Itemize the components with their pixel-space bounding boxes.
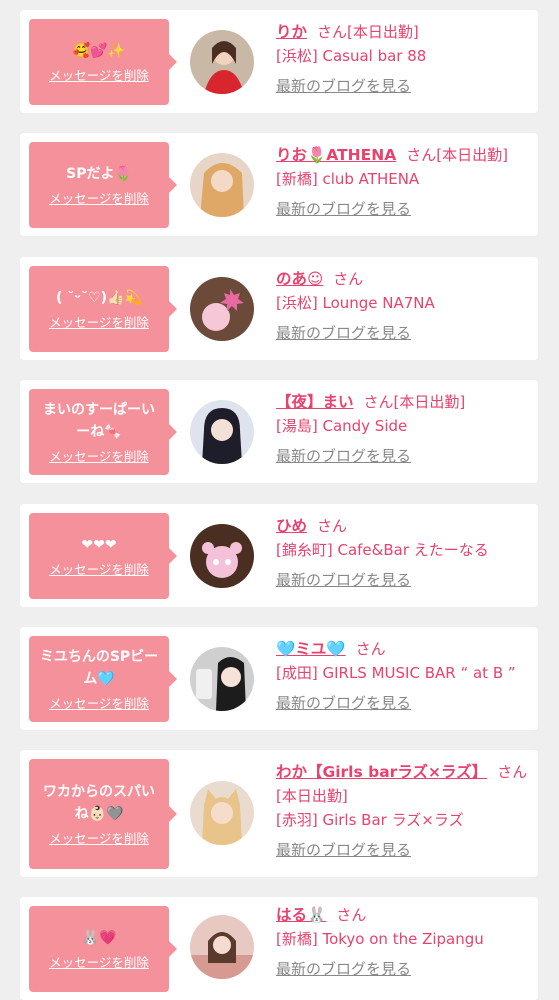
shop-label: [成田] GIRLS MUSIC BAR “ at B ” [276, 664, 516, 682]
latest-blog-link[interactable]: 最新のブログを見る [276, 74, 532, 98]
delete-message-link[interactable]: メッセージを削除 [49, 831, 149, 847]
status-badge: [本日出勤] [436, 146, 508, 164]
message-card: ワカからのスパいね👶🏻🩶 メッセージを削除 わか【Girls barラズ×ラズ】… [20, 750, 538, 877]
shop-label: [新橋] Tokyo on the Zipangu [276, 930, 484, 948]
message-text: ワカからのスパいね👶🏻🩶 [43, 784, 155, 822]
message-bubble: まいのすーぱーいーね🍬 メッセージを削除 [29, 389, 177, 475]
latest-blog-link[interactable]: 最新のブログを見る [276, 957, 532, 981]
message-list: 🥰💕✨ メッセージを削除 りか さん[本日出勤] [浜松] Casual bar … [0, 0, 559, 1000]
shop-label: [浜松] Casual bar 88 [276, 47, 427, 65]
delete-message-link[interactable]: メッセージを削除 [49, 191, 149, 207]
shop-label: [赤羽] Girls Bar ラズ×ラズ [276, 811, 464, 829]
cast-info: 【夜】まい さん[本日出勤] [湯島] Candy Side 最新のブログを見る [276, 390, 532, 468]
delete-message-link[interactable]: メッセージを削除 [49, 449, 149, 465]
delete-message-link[interactable]: メッセージを削除 [49, 562, 149, 578]
message-card: ( ˘ᵕ˘♡)👍🏻💫 メッセージを削除 のあ☺︎ さん [浜松] Lounge N… [20, 257, 538, 360]
honorific: さん [355, 640, 386, 658]
message-bubble: ( ˘ᵕ˘♡)👍🏻💫 メッセージを削除 [29, 266, 177, 352]
shop-label: [湯島] Candy Side [276, 417, 408, 435]
shop-label: [浜松] Lounge NA7NA [276, 294, 435, 312]
cast-info: のあ☺︎ さん [浜松] Lounge NA7NA 最新のブログを見る [276, 267, 532, 345]
cast-name-link[interactable]: 【夜】まい [276, 393, 354, 411]
message-card: ミユちんのSPビーム🩵 メッセージを削除 🩵ミユ🩵 さん [成田] GIRLS M… [20, 627, 538, 730]
message-text: 🥰💕✨ [72, 43, 126, 59]
honorific: さん [406, 146, 437, 164]
cast-info: りか さん[本日出勤] [浜松] Casual bar 88 最新のブログを見る [276, 20, 532, 98]
status-badge: [本日出勤] [393, 393, 466, 411]
message-text: ❤︎❤︎❤︎ [81, 537, 117, 553]
message-text: まいのすーぱーいーね🍬 [43, 402, 155, 440]
cast-info: わか【Girls barラズ×ラズ】 さん [本日出勤] [赤羽] Girls Ba… [276, 760, 532, 862]
message-bubble: SPだよ🌷 メッセージを削除 [29, 142, 177, 228]
honorific: さん [363, 393, 394, 411]
shop-label: [錦糸町] Cafe&Bar えたーなる [276, 541, 489, 559]
cast-name-link[interactable]: ひめ [276, 517, 307, 535]
delete-message-link[interactable]: メッセージを削除 [49, 696, 149, 712]
honorific: さん [497, 763, 528, 781]
delete-message-link[interactable]: メッセージを削除 [49, 68, 149, 84]
message-card: 🥰💕✨ メッセージを削除 りか さん[本日出勤] [浜松] Casual bar … [20, 10, 538, 113]
message-bubble: 🥰💕✨ メッセージを削除 [29, 19, 177, 105]
cast-name-link[interactable]: りお🌷ATHENA [276, 146, 396, 164]
avatar[interactable] [190, 781, 254, 845]
message-bubble: ワカからのスパいね👶🏻🩶 メッセージを削除 [29, 759, 177, 869]
message-card: 🐰💗 メッセージを削除 はる🐰 さん [新橋] Tokyo on the Zipa… [20, 897, 538, 1000]
latest-blog-link[interactable]: 最新のブログを見る [276, 691, 532, 715]
latest-blog-link[interactable]: 最新のブログを見る [276, 568, 532, 592]
cast-info: 🩵ミユ🩵 さん [成田] GIRLS MUSIC BAR “ at B ” 最新の… [276, 637, 532, 715]
avatar[interactable] [190, 277, 254, 341]
honorific: さん [317, 517, 348, 535]
message-text: SPだよ🌷 [66, 166, 132, 182]
latest-blog-link[interactable]: 最新のブログを見る [276, 838, 532, 862]
message-bubble: 🐰💗 メッセージを削除 [29, 906, 177, 992]
message-text: ミユちんのSPビーム🩵 [39, 649, 159, 687]
latest-blog-link[interactable]: 最新のブログを見る [276, 321, 532, 345]
avatar[interactable] [190, 524, 254, 588]
message-text: ( ˘ᵕ˘♡)👍🏻💫 [56, 290, 142, 306]
cast-name-link[interactable]: のあ☺︎ [276, 270, 323, 288]
honorific: さん [333, 270, 364, 288]
status-badge: [本日出勤] [347, 23, 419, 41]
message-card: まいのすーぱーいーね🍬 メッセージを削除 【夜】まい さん[本日出勤] [湯島] … [20, 380, 538, 483]
delete-message-link[interactable]: メッセージを削除 [49, 955, 149, 971]
message-card: ❤︎❤︎❤︎ メッセージを削除 ひめ さん [錦糸町] Cafe&Bar えたーな… [20, 504, 538, 607]
honorific: さん [317, 23, 348, 41]
cast-name-link[interactable]: りか [276, 23, 307, 41]
status-badge: [本日出勤] [276, 787, 348, 805]
avatar[interactable] [190, 400, 254, 464]
avatar[interactable] [190, 647, 254, 711]
cast-name-link[interactable]: 🩵ミユ🩵 [276, 640, 346, 658]
latest-blog-link[interactable]: 最新のブログを見る [276, 444, 532, 468]
cast-info: りお🌷ATHENA さん[本日出勤] [新橋] club ATHENA 最新のブロ… [276, 143, 532, 221]
latest-blog-link[interactable]: 最新のブログを見る [276, 197, 532, 221]
cast-info: ひめ さん [錦糸町] Cafe&Bar えたーなる 最新のブログを見る [276, 514, 532, 592]
cast-name-link[interactable]: わか【Girls barラズ×ラズ】 [276, 763, 487, 781]
shop-label: [新橋] club ATHENA [276, 170, 420, 188]
cast-info: はる🐰 さん [新橋] Tokyo on the Zipangu 最新のブログを見… [276, 903, 532, 981]
avatar[interactable] [190, 153, 254, 217]
message-bubble: ❤︎❤︎❤︎ メッセージを削除 [29, 513, 177, 599]
cast-name-link[interactable]: はる🐰 [276, 906, 326, 924]
avatar[interactable] [190, 30, 254, 94]
delete-message-link[interactable]: メッセージを削除 [49, 315, 149, 331]
message-text: 🐰💗 [81, 930, 117, 946]
message-card: SPだよ🌷 メッセージを削除 りお🌷ATHENA さん[本日出勤] [新橋] cl… [20, 133, 538, 236]
honorific: さん [336, 906, 367, 924]
message-bubble: ミユちんのSPビーム🩵 メッセージを削除 [29, 636, 177, 722]
avatar[interactable] [190, 915, 254, 979]
